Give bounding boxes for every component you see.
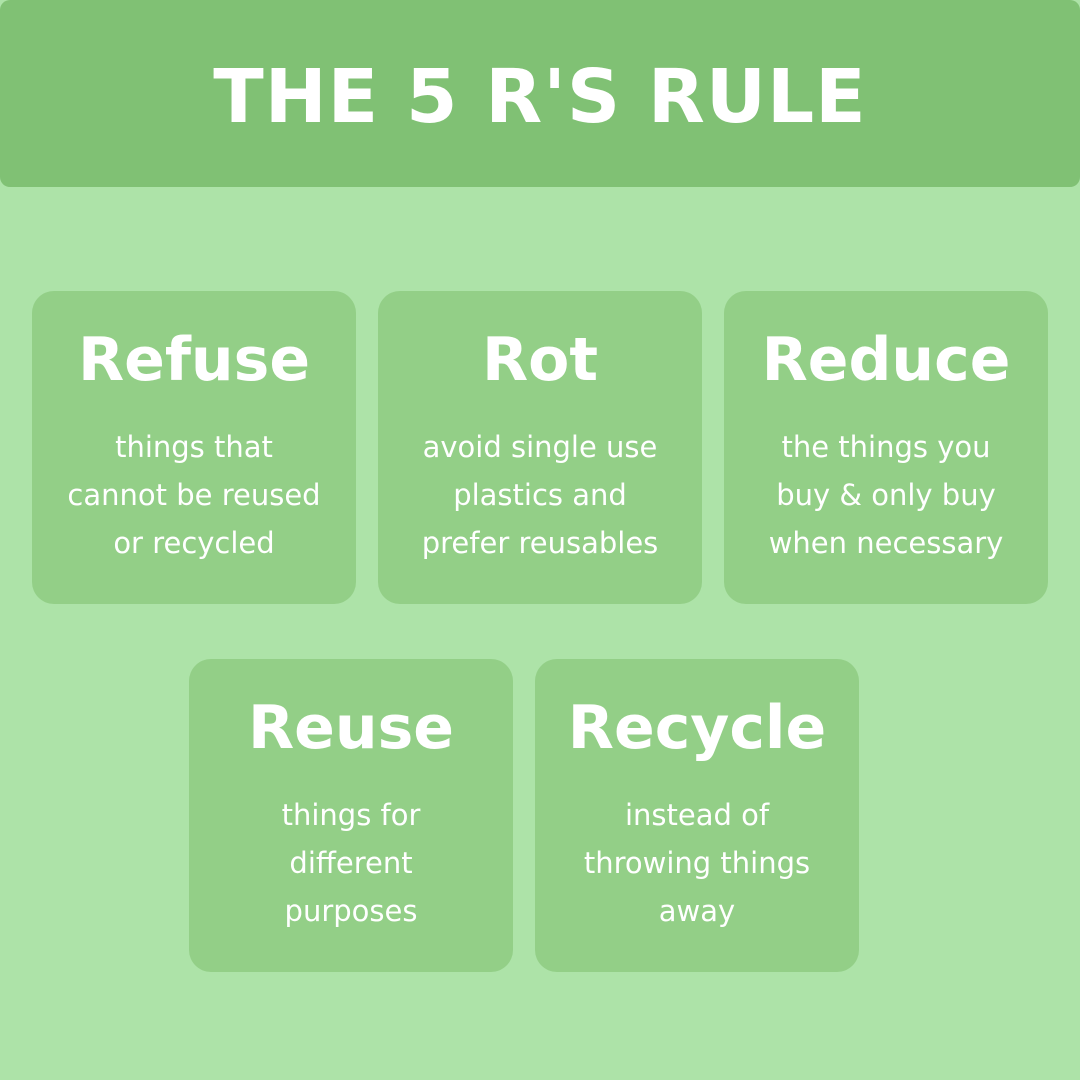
header-banner: THE 5 R'S RULE	[0, 0, 1080, 187]
card-description-line: or recycled	[113, 526, 275, 560]
card-title: Refuse	[77, 325, 311, 395]
card-rot: Rot avoid single use plastics and prefer…	[378, 291, 702, 604]
card-description-line: away	[658, 894, 736, 928]
card-recycle: Recycle instead of throwing things away	[535, 659, 859, 972]
card-description: avoid single use plastics and prefer reu…	[388, 423, 692, 567]
card-title: Reuse	[247, 693, 454, 763]
card-description-line: avoid single use	[422, 430, 658, 464]
card-title: Recycle	[567, 693, 827, 763]
card-description-line: plastics and	[453, 478, 627, 512]
card-description: instead of throwing things away	[545, 791, 849, 935]
card-description: things that cannot be reused or recycled	[42, 423, 346, 567]
page-title: THE 5 R'S RULE	[213, 53, 867, 140]
card-description-line: different	[289, 846, 413, 880]
card-title: Rot	[481, 325, 599, 395]
card-description-line: instead of	[624, 798, 770, 832]
card-description-line: the things you	[781, 430, 991, 464]
card-description-line: purposes	[284, 894, 418, 928]
card-reuse: Reuse things for different purposes	[189, 659, 513, 972]
card-description-line: things for	[281, 798, 421, 832]
card-description-line: when necessary	[768, 526, 1004, 560]
card-refuse: Refuse things that cannot be reused or r…	[32, 291, 356, 604]
card-description-line: cannot be reused	[67, 478, 321, 512]
card-description-line: things that	[115, 430, 273, 464]
card-description-line: buy & only buy	[776, 478, 996, 512]
card-description-line: prefer reusables	[421, 526, 659, 560]
card-description: things for different purposes	[199, 791, 503, 935]
card-description-line: throwing things	[583, 846, 811, 880]
card-title: Reduce	[761, 325, 1011, 395]
card-description: the things you buy & only buy when neces…	[734, 423, 1038, 567]
card-reduce: Reduce the things you buy & only buy whe…	[724, 291, 1048, 604]
